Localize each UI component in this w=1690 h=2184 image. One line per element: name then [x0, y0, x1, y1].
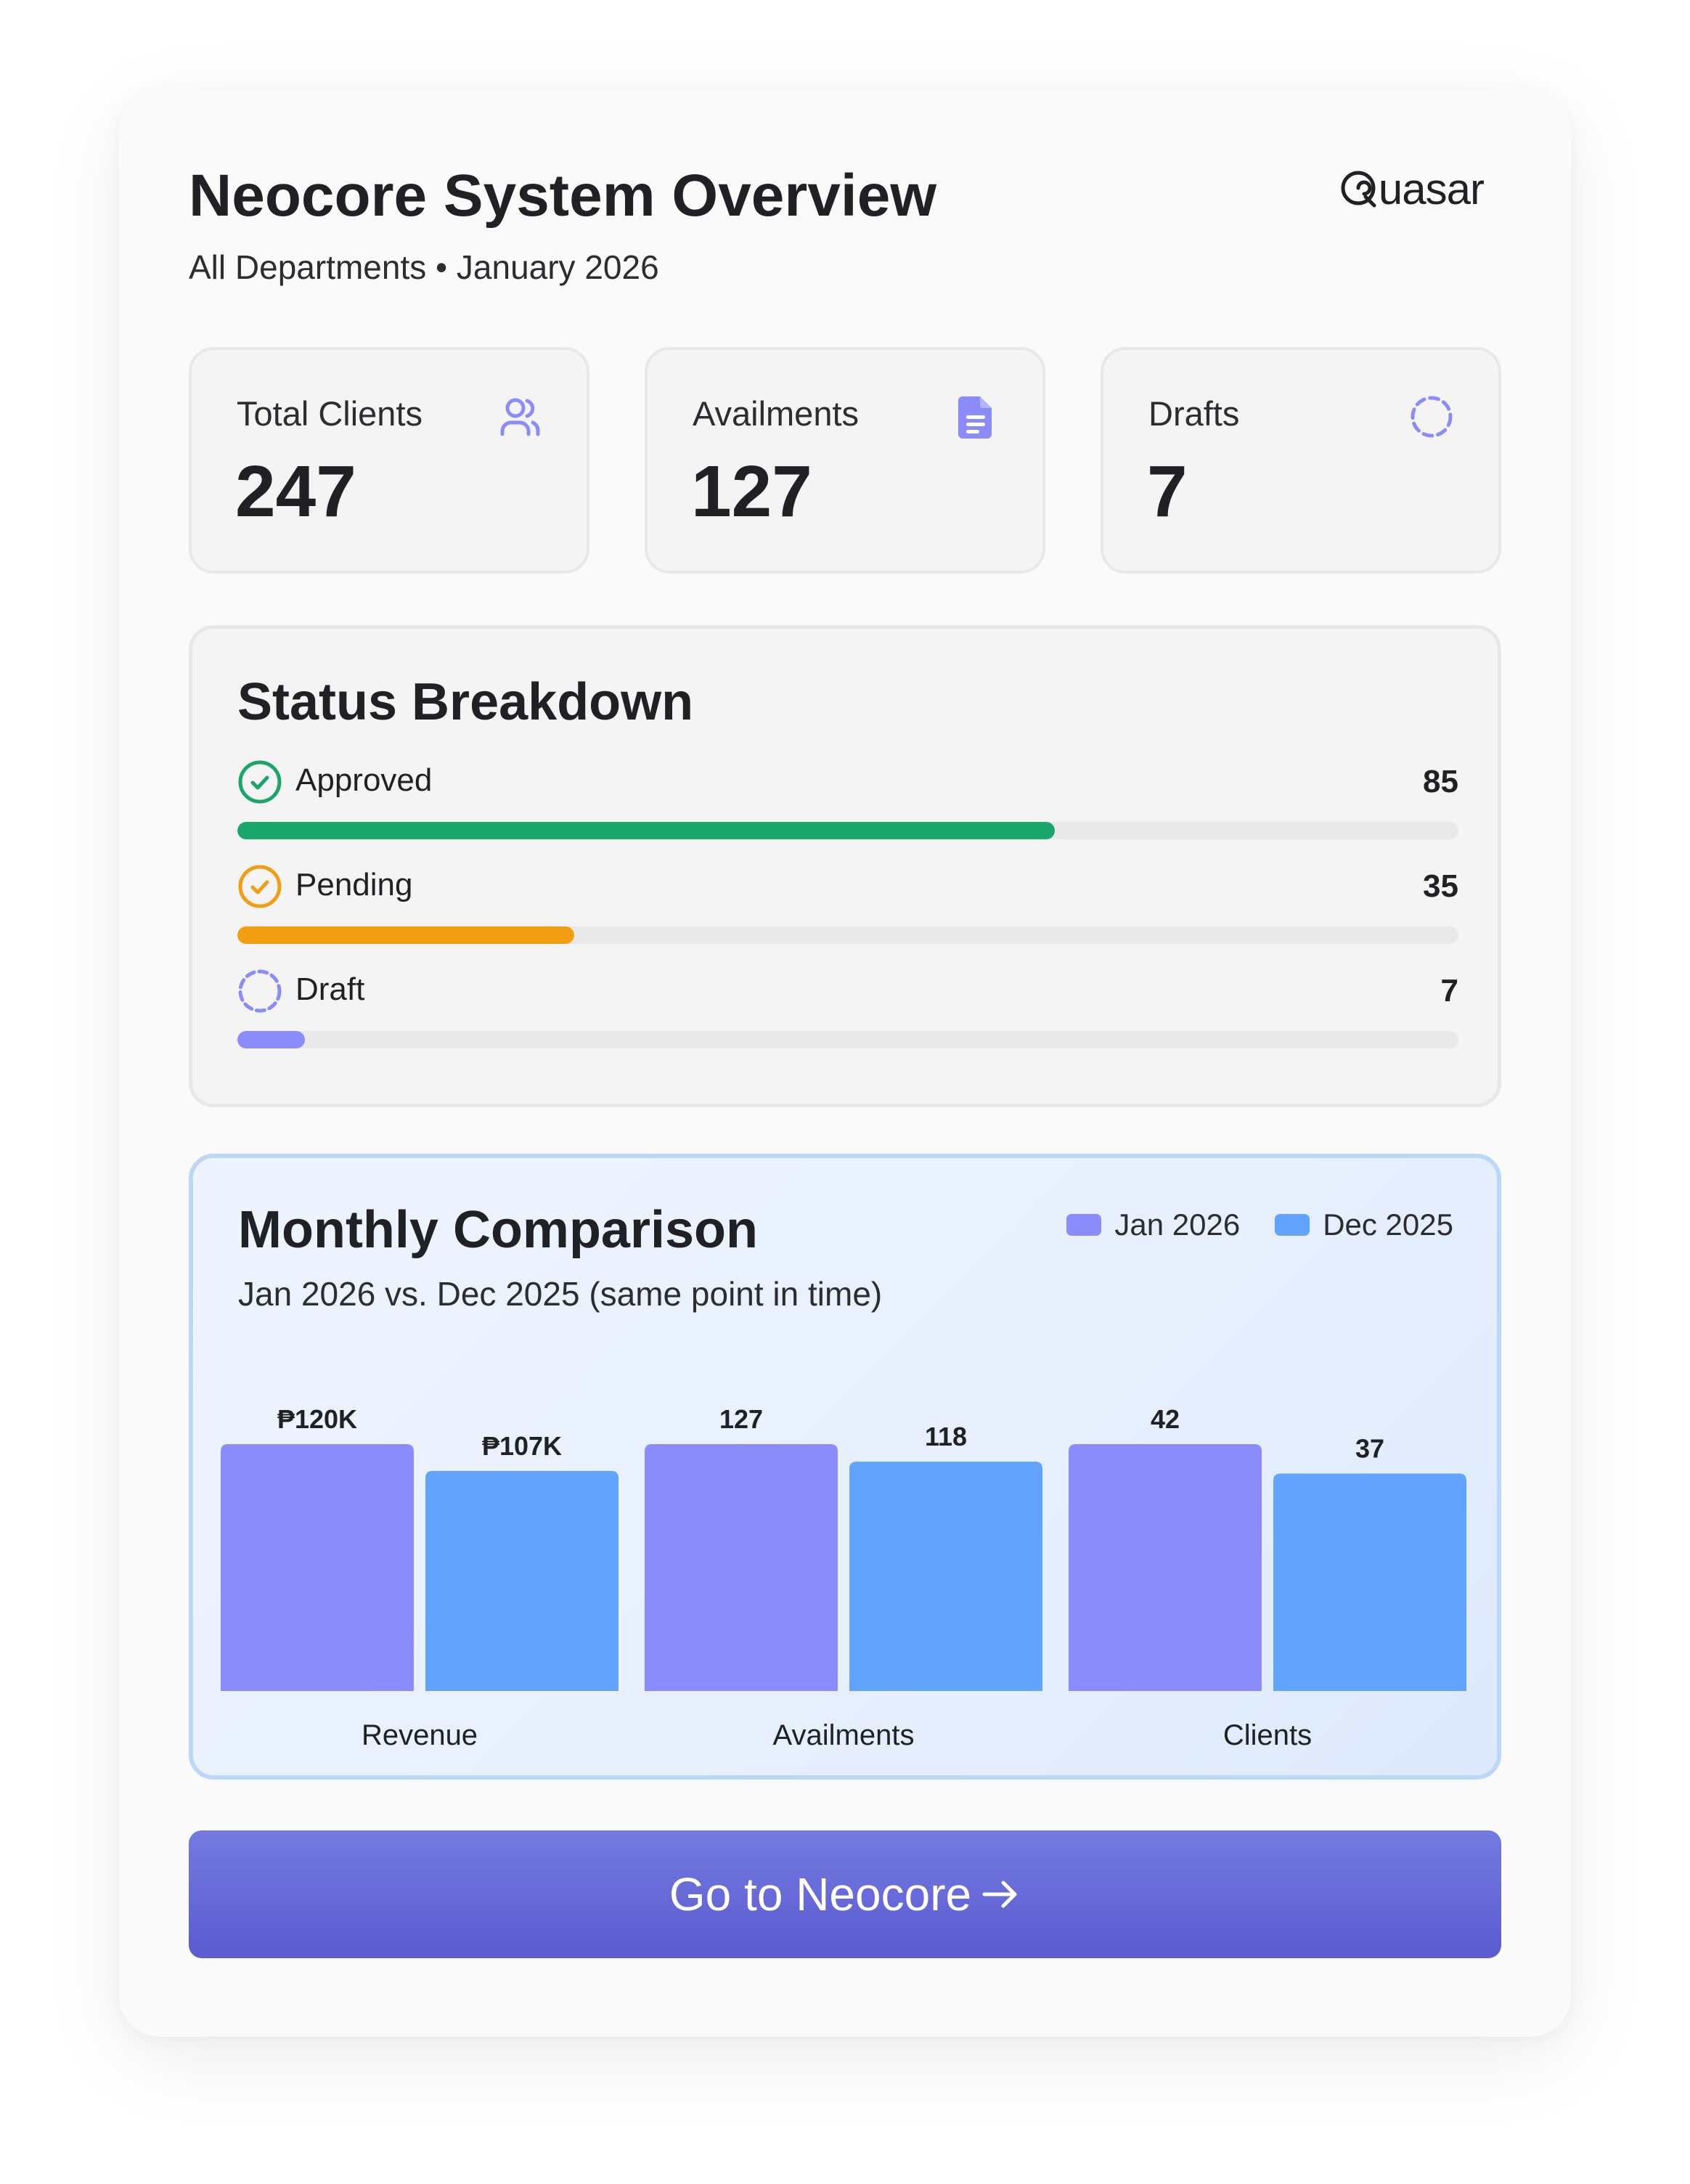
quasar-q-icon: [1341, 171, 1376, 207]
logo-text: uasar: [1378, 165, 1485, 213]
page-title: Neocore System Overview: [189, 163, 937, 229]
bar-availments-dec-2025: [849, 1462, 1042, 1691]
stat-value: 247: [235, 451, 356, 532]
category-label: Revenue: [362, 1719, 478, 1751]
stat-card-drafts[interactable]: Drafts 7: [1101, 347, 1501, 574]
check-circle-icon: [238, 865, 282, 908]
stat-label: Availments: [693, 394, 860, 433]
stat-card-total-clients[interactable]: Total Clients 247: [189, 347, 589, 574]
document-icon: [958, 396, 992, 439]
quasar-logo: uasar: [1338, 164, 1485, 214]
dashed-circle-icon: [238, 969, 282, 1013]
data-label: ₱120K: [277, 1404, 357, 1434]
bar-clients-dec-2025: [1273, 1473, 1466, 1691]
overview-card: Neocore System Overview All Departments …: [119, 89, 1571, 2037]
progress-track: [237, 926, 1458, 944]
progress-track: [237, 822, 1458, 839]
status-count: 35: [1423, 868, 1458, 904]
data-label: 127: [719, 1404, 763, 1434]
stat-label: Total Clients: [237, 394, 422, 433]
category-label: Clients: [1223, 1719, 1312, 1751]
page-subtitle: All Departments • January 2026: [189, 248, 659, 286]
progress-track: [237, 1031, 1458, 1048]
data-label: 37: [1355, 1433, 1384, 1463]
cta-label: Go to Neocore: [669, 1868, 972, 1920]
dashed-circle-icon: [1411, 396, 1453, 438]
monthly-comparison-panel: Monthly Comparison Jan 2026 vs. Dec 2025…: [189, 1154, 1501, 1780]
stat-card-availments[interactable]: Availments 127: [645, 347, 1045, 574]
check-circle-icon: [238, 760, 282, 804]
status-label: Pending: [295, 867, 413, 902]
status-breakdown-panel: Status Breakdown Approved 85 Pending 35: [189, 625, 1501, 1107]
bar-clients-jan-2026: [1069, 1444, 1262, 1691]
progress-fill-pending: [237, 926, 574, 944]
status-label: Approved: [295, 762, 433, 798]
arrow-right-icon: [982, 1881, 1017, 1908]
stat-value: 127: [691, 451, 812, 532]
status-breakdown-title: Status Breakdown: [237, 673, 694, 731]
data-label: 42: [1151, 1404, 1180, 1434]
go-to-neocore-button[interactable]: Go to Neocore: [189, 1830, 1501, 1958]
category-label: Availments: [773, 1719, 915, 1751]
data-label: 118: [925, 1422, 967, 1451]
users-icon: [500, 398, 540, 436]
bar-revenue-dec-2025: [425, 1470, 619, 1691]
status-count: 85: [1423, 764, 1458, 799]
progress-fill-draft: [237, 1031, 305, 1048]
stat-label: Drafts: [1148, 394, 1240, 433]
data-label: ₱107K: [482, 1431, 562, 1461]
bar-availments-jan-2026: [645, 1444, 838, 1691]
comparison-bar-chart: ₱120K ₱107K Revenue 127 118 Availments 42 37 Cli…: [221, 1404, 1466, 1751]
bar-revenue-jan-2026: [221, 1444, 414, 1691]
progress-fill-approved: [237, 822, 1055, 839]
stat-value: 7: [1147, 451, 1188, 532]
status-label: Draft: [295, 971, 365, 1007]
status-count: 7: [1440, 973, 1458, 1009]
